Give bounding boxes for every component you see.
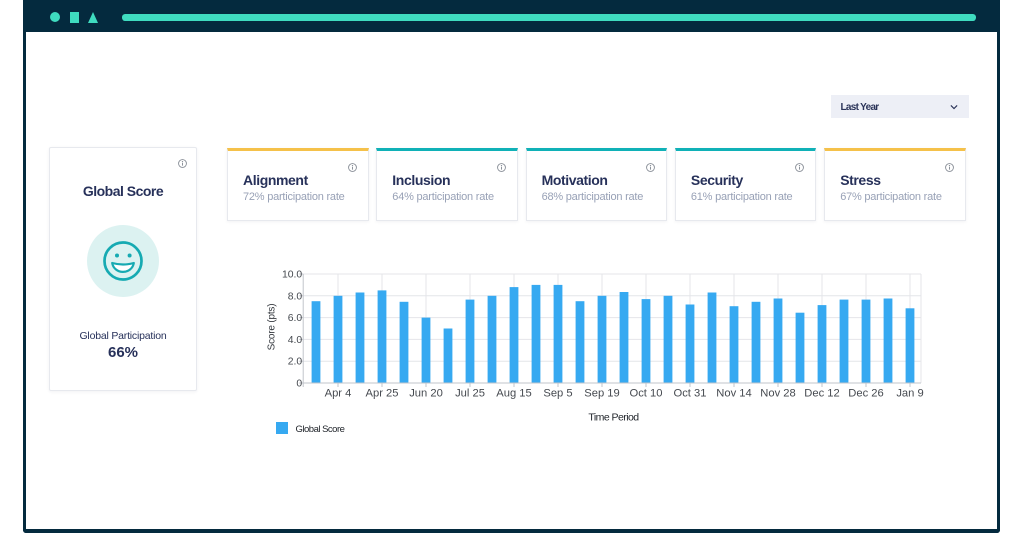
svg-text:Jan 9: Jan 9 xyxy=(896,388,923,400)
svg-text:10.0: 10.0 xyxy=(282,270,302,281)
svg-text:Jul 25: Jul 25 xyxy=(455,388,485,400)
svg-text:Oct 31: Oct 31 xyxy=(674,388,707,400)
svg-text:Sep 19: Sep 19 xyxy=(584,388,619,400)
svg-text:Nov 14: Nov 14 xyxy=(716,388,751,400)
svg-text:Time Period: Time Period xyxy=(588,412,639,424)
svg-text:0: 0 xyxy=(296,379,302,390)
svg-text:Dec 26: Dec 26 xyxy=(848,388,883,400)
svg-text:2.0: 2.0 xyxy=(288,357,303,368)
svg-text:Sep 5: Sep 5 xyxy=(543,388,572,400)
svg-text:6.0: 6.0 xyxy=(288,313,303,324)
svg-text:Global Score: Global Score xyxy=(296,424,345,435)
svg-text:Jun 20: Jun 20 xyxy=(409,388,443,400)
svg-text:Aug 15: Aug 15 xyxy=(496,388,531,400)
svg-text:Score (pts): Score (pts) xyxy=(267,304,278,351)
svg-text:Apr 25: Apr 25 xyxy=(366,388,399,400)
svg-text:Apr 4: Apr 4 xyxy=(325,388,352,400)
svg-text:Dec 12: Dec 12 xyxy=(804,388,839,400)
svg-text:Nov 28: Nov 28 xyxy=(760,388,795,400)
svg-text:Oct 10: Oct 10 xyxy=(630,388,663,400)
svg-text:4.0: 4.0 xyxy=(288,335,303,346)
svg-text:8.0: 8.0 xyxy=(288,291,303,302)
